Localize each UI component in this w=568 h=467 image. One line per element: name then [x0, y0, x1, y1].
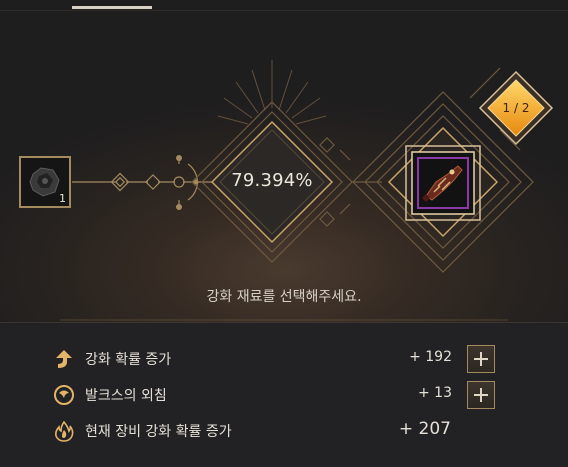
enhance-stage: 1 / 2 [502, 101, 530, 115]
guide-message: 강화 재료를 선택해주세요. [206, 289, 362, 305]
success-rate: 79.394% [231, 170, 313, 191]
bonus-row-total: 현재 장비 강화 확률 증가 + 207 [0, 416, 568, 446]
gauntlet-icon [417, 157, 469, 209]
valks-cry-icon [53, 384, 75, 406]
target-item-slot[interactable] [412, 152, 474, 214]
add-enhance-rate-button[interactable] [467, 345, 495, 373]
enhancement-decoration [60, 60, 554, 321]
bonus-panel: 강화 확률 증가 + 192 발크스의 외침 + 13 현재 장비 강화 확률 … [0, 322, 568, 467]
material-slot[interactable]: 1 [19, 156, 71, 208]
up-arrow-icon [53, 348, 75, 370]
bonus-value: + 13 [418, 385, 452, 401]
bonus-value: + 192 [409, 349, 452, 365]
bonus-value: + 207 [398, 419, 451, 439]
bonus-row-valks-cry: 발크스의 외침 + 13 [0, 380, 568, 410]
bonus-label: 발크스의 외침 [85, 388, 167, 404]
add-valks-cry-button[interactable] [467, 381, 495, 409]
bonus-row-enhance-rate: 강화 확률 증가 + 192 [0, 344, 568, 374]
bonus-label: 강화 확률 증가 [85, 352, 172, 368]
material-count: 1 [59, 192, 66, 205]
bonus-label: 현재 장비 강화 확률 증가 [85, 424, 232, 440]
enhancement-window: { "material": {"count": "1"}, "success_r… [0, 0, 568, 467]
flame-icon [53, 420, 75, 442]
